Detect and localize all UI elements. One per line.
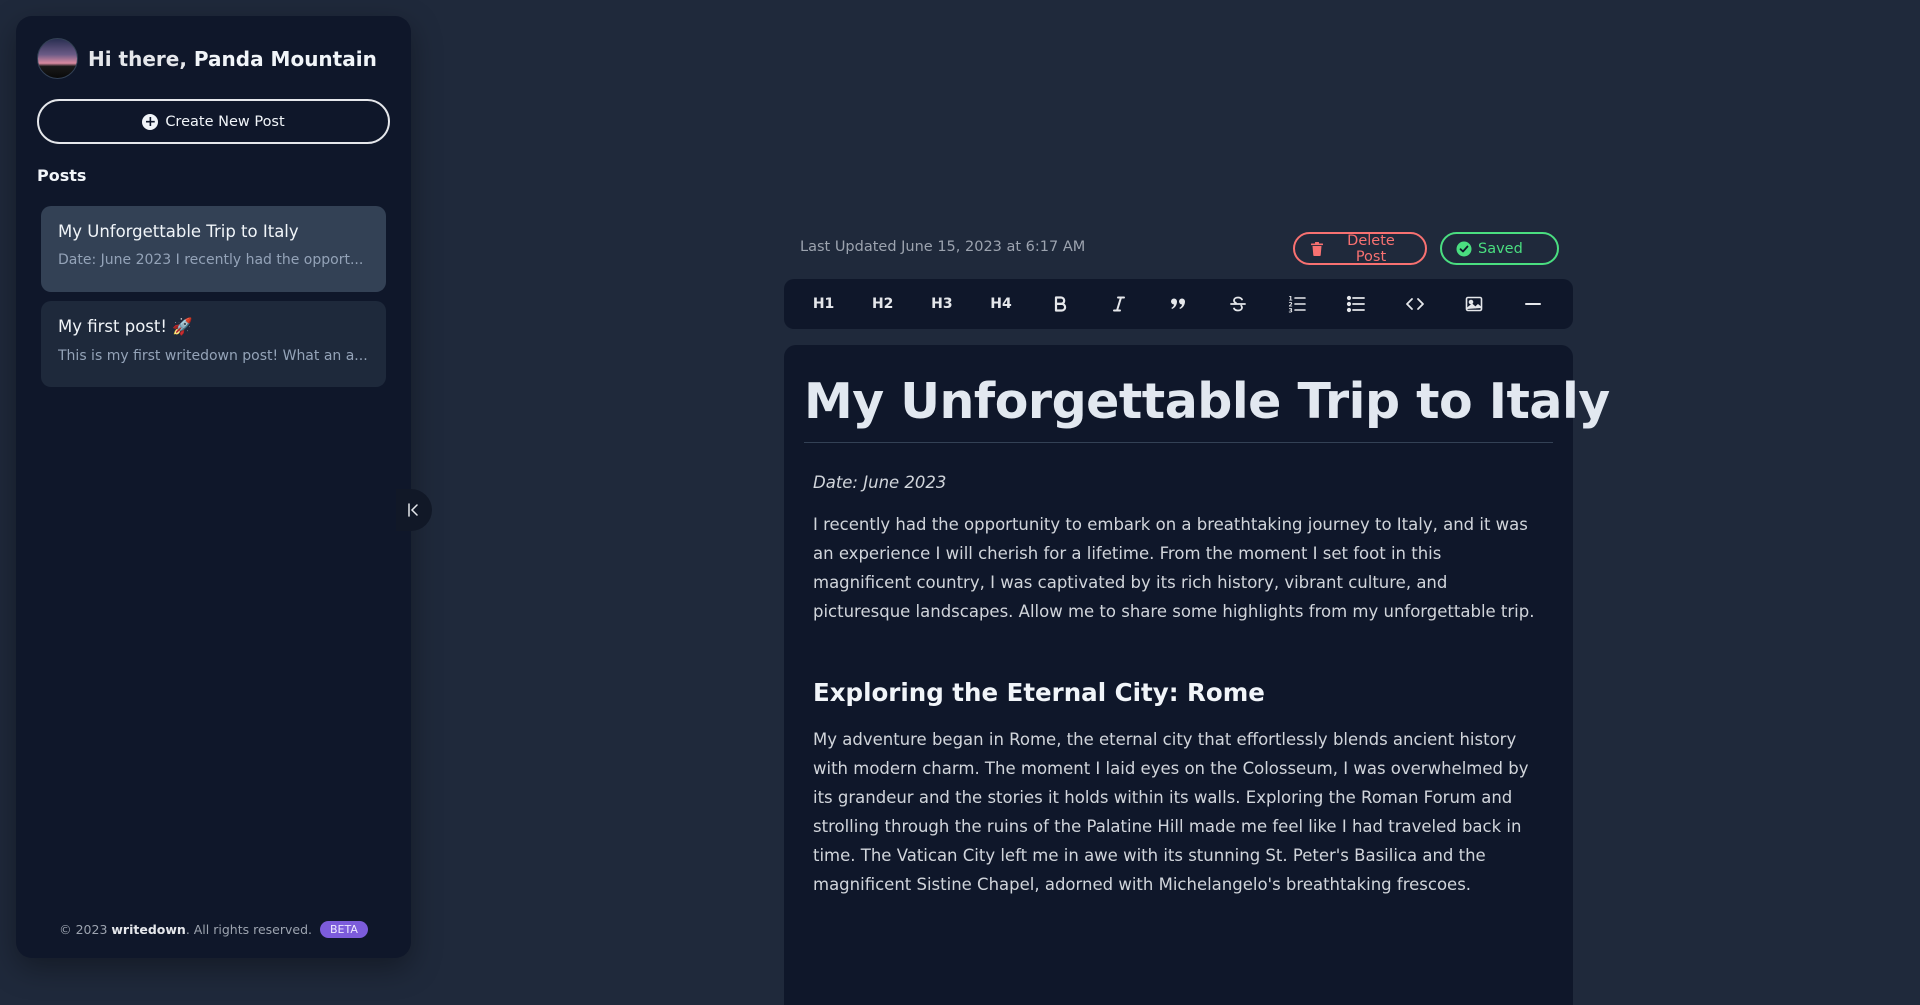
delete-post-label: Delete Post [1347, 232, 1395, 265]
bold-button[interactable] [1040, 286, 1080, 322]
copyright: © 2023 writedown. All rights reserved. [59, 922, 312, 937]
ordered-list-icon: 1 2 3 [1288, 296, 1306, 315]
plus-circle-icon: + [142, 113, 159, 130]
strikethrough-icon [1229, 296, 1246, 312]
post-excerpt: This is my first writedown post! What an… [58, 348, 368, 364]
post-item-first-post[interactable]: My first post! 🚀 This is my first writed… [41, 301, 386, 387]
avatar[interactable] [37, 38, 78, 79]
trash-icon [1311, 241, 1323, 256]
document-title[interactable]: My Unforgettable Trip to Italy [804, 373, 1610, 443]
greeting: Hi there, Panda Mountain [37, 38, 377, 79]
bullet-list-button[interactable] [1336, 286, 1376, 322]
code-button[interactable] [1395, 286, 1435, 322]
posts-heading: Posts [37, 166, 87, 185]
create-new-post-button[interactable]: + Create New Post [37, 99, 390, 144]
brand-name: writedown [111, 922, 186, 937]
italic-icon [1113, 296, 1126, 312]
post-excerpt: Date: June 2023 I recently had the oppor… [58, 252, 364, 268]
horizontal-rule-icon [1525, 303, 1542, 305]
editor-meta-row: Last Updated June 15, 2023 at 6:17 AM De… [800, 232, 1560, 265]
horizontal-rule-button[interactable] [1513, 286, 1553, 322]
bullet-list-icon [1346, 295, 1365, 313]
code-icon [1406, 298, 1424, 310]
italic-button[interactable] [1099, 286, 1139, 322]
collapse-icon [408, 503, 418, 517]
rome-paragraph[interactable]: My adventure began in Rome, the eternal … [813, 725, 1544, 899]
sidebar: Hi there, Panda Mountain + Create New Po… [16, 16, 411, 958]
copyright-prefix: © 2023 [59, 922, 112, 937]
heading-4-button[interactable]: H4 [981, 286, 1021, 322]
create-new-post-label: Create New Post [165, 113, 285, 130]
last-updated: Last Updated June 15, 2023 at 6:17 AM [800, 239, 1086, 255]
post-item-italy[interactable]: My Unforgettable Trip to Italy Date: Jun… [41, 206, 386, 292]
beta-badge: BETA [319, 921, 368, 938]
greeting-text: Hi there, Panda Mountain [88, 47, 377, 71]
heading-3-button[interactable]: H3 [922, 286, 962, 322]
quote-icon [1171, 298, 1186, 309]
document-date[interactable]: Date: June 2023 [813, 473, 1544, 492]
ordered-list-button[interactable]: 1 2 3 [1277, 286, 1317, 322]
quote-button[interactable] [1158, 286, 1198, 322]
editor-content[interactable]: My Unforgettable Trip to Italy Date: Jun… [784, 345, 1610, 1005]
bold-icon [1055, 296, 1067, 312]
post-title: My Unforgettable Trip to Italy [58, 222, 299, 241]
saved-status-button[interactable]: Saved [1440, 232, 1559, 265]
section-heading-rome[interactable]: Exploring the Eternal City: Rome [813, 678, 1544, 707]
saved-label: Saved [1478, 240, 1523, 257]
strikethrough-button[interactable] [1218, 286, 1258, 322]
svg-text:3: 3 [1288, 308, 1292, 315]
delete-post-button[interactable]: Delete Post [1293, 232, 1427, 265]
document-body[interactable]: Date: June 2023 I recently had the oppor… [804, 473, 1553, 899]
rights-text: . All rights reserved. [185, 922, 312, 937]
image-button[interactable] [1454, 286, 1494, 322]
heading-1-button[interactable]: H1 [804, 286, 844, 322]
intro-paragraph[interactable]: I recently had the opportunity to embark… [813, 510, 1544, 626]
formatting-toolbar: H1 H2 H3 H4 1 2 3 [784, 279, 1573, 329]
user-name: Panda Mountain [193, 46, 377, 71]
heading-2-button[interactable]: H2 [863, 286, 903, 322]
check-circle-icon [1456, 241, 1472, 256]
sidebar-footer: © 2023 writedown. All rights reserved. B… [16, 921, 411, 938]
image-icon [1465, 296, 1483, 312]
greeting-prefix: Hi there, [88, 46, 194, 71]
post-title: My first post! 🚀 [58, 317, 193, 336]
collapse-sidebar-button[interactable] [396, 489, 432, 531]
